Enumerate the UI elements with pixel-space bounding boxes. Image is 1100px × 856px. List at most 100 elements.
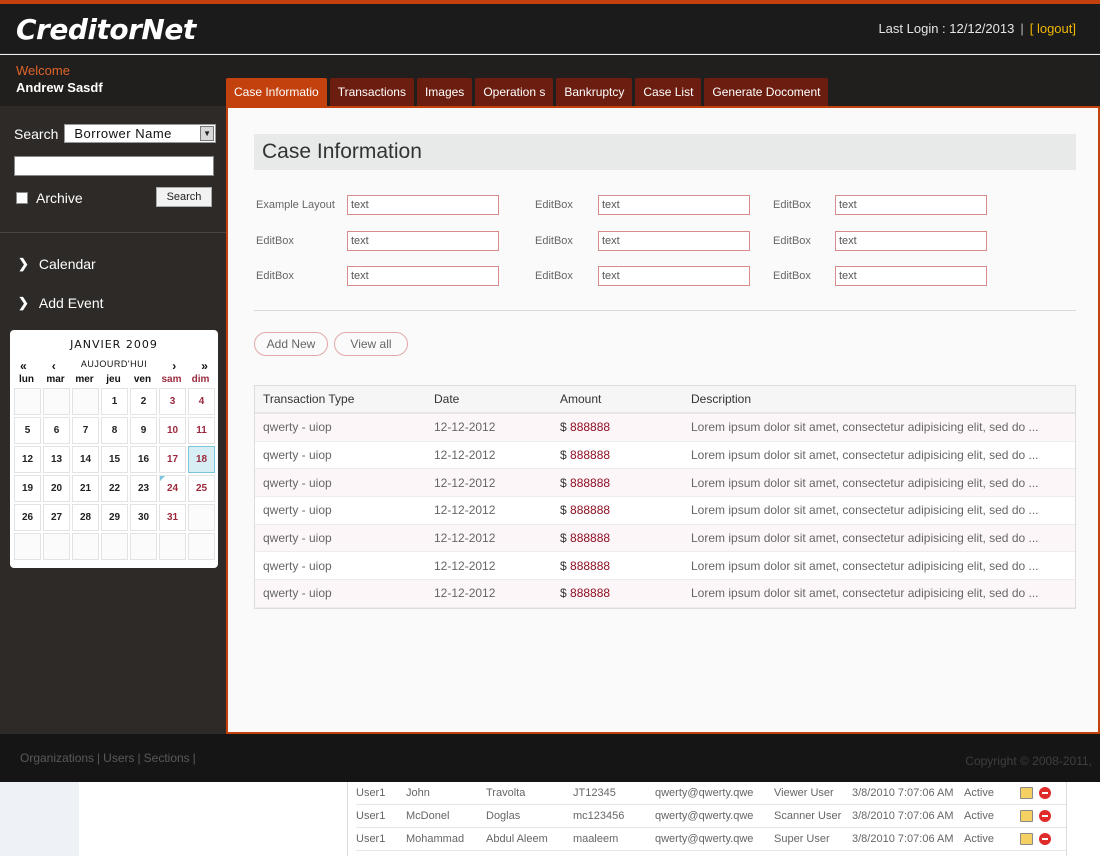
- archive-checkbox[interactable]: [16, 192, 28, 204]
- user-row[interactable]: User1 McDonel Doglas mc123456 qwerty@qwerty.…: [356, 805, 1066, 828]
- column-header-description[interactable]: Description: [683, 392, 1075, 406]
- tab-images[interactable]: Images: [416, 78, 473, 106]
- footer-link-organizations[interactable]: Organizations: [20, 751, 94, 765]
- edit-icon[interactable]: [1020, 810, 1033, 822]
- calendar-day[interactable]: 4: [188, 388, 215, 415]
- form-field-label: EditBox: [256, 235, 294, 247]
- logout-link[interactable]: [ logout]: [1030, 21, 1076, 36]
- calendar-day[interactable]: 23: [130, 475, 157, 502]
- search-type-select[interactable]: Borrower Name ▼: [64, 124, 217, 143]
- table-row[interactable]: qwerty - uiop 12-12-2012 $ 888888 Lorem ips…: [255, 524, 1075, 553]
- today-button[interactable]: AUJOURD'HUI: [81, 359, 147, 373]
- user-row[interactable]: User1 Mohammad Abdul Aleem maaleem qwerty@qw…: [356, 828, 1066, 851]
- calendar-day[interactable]: 7: [72, 417, 99, 444]
- table-row[interactable]: qwerty - uiop 12-12-2012 $ 888888 Lorem ips…: [255, 469, 1075, 498]
- sidebar-link-calendar[interactable]: ❯ Calendar: [18, 256, 96, 272]
- view-all-button[interactable]: View all: [334, 332, 408, 356]
- cell-email: qwerty@qwerty.qwe: [655, 810, 754, 822]
- form-field-input[interactable]: [835, 195, 987, 215]
- cell-transaction-type: qwerty - uiop: [263, 420, 332, 435]
- next-year-button[interactable]: »: [201, 359, 208, 373]
- calendar-day[interactable]: 6: [43, 417, 70, 444]
- calendar-day[interactable]: 13: [43, 446, 70, 473]
- amount-value: 888888: [570, 503, 611, 518]
- calendar-day[interactable]: 22: [101, 475, 128, 502]
- calendar-day[interactable]: 16: [130, 446, 157, 473]
- calendar-day[interactable]: 14: [72, 446, 99, 473]
- column-header-amount[interactable]: Amount: [552, 392, 683, 406]
- form-field-input[interactable]: [598, 231, 750, 251]
- calendar-day[interactable]: 9: [130, 417, 157, 444]
- search-button[interactable]: Search: [156, 187, 212, 207]
- tab-operations[interactable]: Operation s: [475, 78, 554, 106]
- tab-bankruptcy[interactable]: Bankruptcy: [556, 78, 633, 106]
- next-month-button[interactable]: ›: [172, 359, 176, 373]
- table-row[interactable]: qwerty - uiop 12-12-2012 $ 888888 Lorem ips…: [255, 552, 1075, 581]
- cell-last-name: Doglas: [486, 810, 521, 822]
- delete-icon[interactable]: [1039, 787, 1051, 799]
- calendar-day[interactable]: 10: [159, 417, 186, 444]
- calendar-day[interactable]: 17: [159, 446, 186, 473]
- calendar-day[interactable]: 1: [101, 388, 128, 415]
- form-field-input[interactable]: [835, 266, 987, 286]
- sidebar-link-add-event[interactable]: ❯ Add Event: [18, 295, 104, 311]
- form-field-input[interactable]: [598, 195, 750, 215]
- form-field-input[interactable]: [835, 231, 987, 251]
- calendar-day[interactable]: 18: [188, 446, 215, 473]
- cell-username: User1: [356, 833, 386, 845]
- calendar-day[interactable]: 26: [14, 504, 41, 531]
- table-row[interactable]: qwerty - uiop 12-12-2012 $ 888888 Lorem ips…: [255, 414, 1075, 442]
- edit-icon[interactable]: [1020, 833, 1033, 845]
- calendar-day[interactable]: 27: [43, 504, 70, 531]
- app-logo[interactable]: CreditorNet: [16, 13, 196, 46]
- calendar-day[interactable]: 12: [14, 446, 41, 473]
- calendar-day[interactable]: 2: [130, 388, 157, 415]
- calendar-day[interactable]: 20: [43, 475, 70, 502]
- table-row[interactable]: qwerty - uiop 12-12-2012 $ 888888 Lorem ips…: [255, 442, 1075, 470]
- calendar-day[interactable]: 25: [188, 475, 215, 502]
- form-field-input[interactable]: [347, 195, 499, 215]
- calendar-day[interactable]: 8: [101, 417, 128, 444]
- tab-case-list[interactable]: Case List: [635, 78, 702, 106]
- cell-amount: $ 888888: [552, 448, 683, 462]
- calendar-empty-cell: [159, 533, 186, 560]
- calendar-day[interactable]: 5: [14, 417, 41, 444]
- archive-label: Archive: [36, 190, 83, 206]
- calendar-day[interactable]: 30: [130, 504, 157, 531]
- calendar-day[interactable]: 24: [159, 475, 186, 502]
- calendar-day[interactable]: 15: [101, 446, 128, 473]
- column-header-date[interactable]: Date: [426, 392, 552, 406]
- tab-generate-document[interactable]: Generate Docoment: [704, 78, 829, 106]
- footer-link-sections[interactable]: Sections: [144, 751, 190, 765]
- table-row[interactable]: qwerty - uiop 12-12-2012 $ 888888 Lorem ips…: [255, 497, 1075, 525]
- search-label: Search: [14, 125, 59, 142]
- edit-icon[interactable]: [1020, 787, 1033, 799]
- delete-icon[interactable]: [1039, 810, 1051, 822]
- calendar-day[interactable]: 29: [101, 504, 128, 531]
- add-new-button[interactable]: Add New: [254, 332, 328, 356]
- footer-link-users[interactable]: Users: [103, 751, 134, 765]
- prev-year-button[interactable]: «: [20, 359, 27, 373]
- calendar-empty-cell: [188, 533, 215, 560]
- calendar-day[interactable]: 31: [159, 504, 186, 531]
- cell-date: 3/8/2010 7:07:06 AM: [852, 787, 954, 799]
- calendar-day[interactable]: 3: [159, 388, 186, 415]
- user-row[interactable]: User1 John Travolta JT12345 qwerty@qwerty.qw…: [356, 782, 1066, 805]
- column-header-transaction-type[interactable]: Transaction Type: [255, 392, 426, 406]
- prev-month-button[interactable]: ‹: [52, 359, 56, 373]
- tab-case-information[interactable]: Case Informatio: [226, 78, 327, 106]
- calendar-day[interactable]: 11: [188, 417, 215, 444]
- search-input[interactable]: [14, 156, 214, 176]
- form-field-input[interactable]: [347, 266, 499, 286]
- calendar-day[interactable]: 19: [14, 475, 41, 502]
- form-field-input[interactable]: [347, 231, 499, 251]
- users-panel: User1 John Travolta JT12345 qwerty@qwerty.qw…: [79, 782, 1100, 856]
- tab-transactions[interactable]: Transactions: [329, 78, 414, 106]
- calendar-day[interactable]: 28: [72, 504, 99, 531]
- dropdown-arrow-icon[interactable]: ▼: [200, 126, 215, 141]
- cell-description: Lorem ipsum dolor sit amet, consectetur …: [691, 558, 1039, 573]
- table-row[interactable]: qwerty - uiop 12-12-2012 $ 888888 Lorem ips…: [255, 580, 1075, 608]
- calendar-day[interactable]: 21: [72, 475, 99, 502]
- delete-icon[interactable]: [1039, 833, 1051, 845]
- form-field-input[interactable]: [598, 266, 750, 286]
